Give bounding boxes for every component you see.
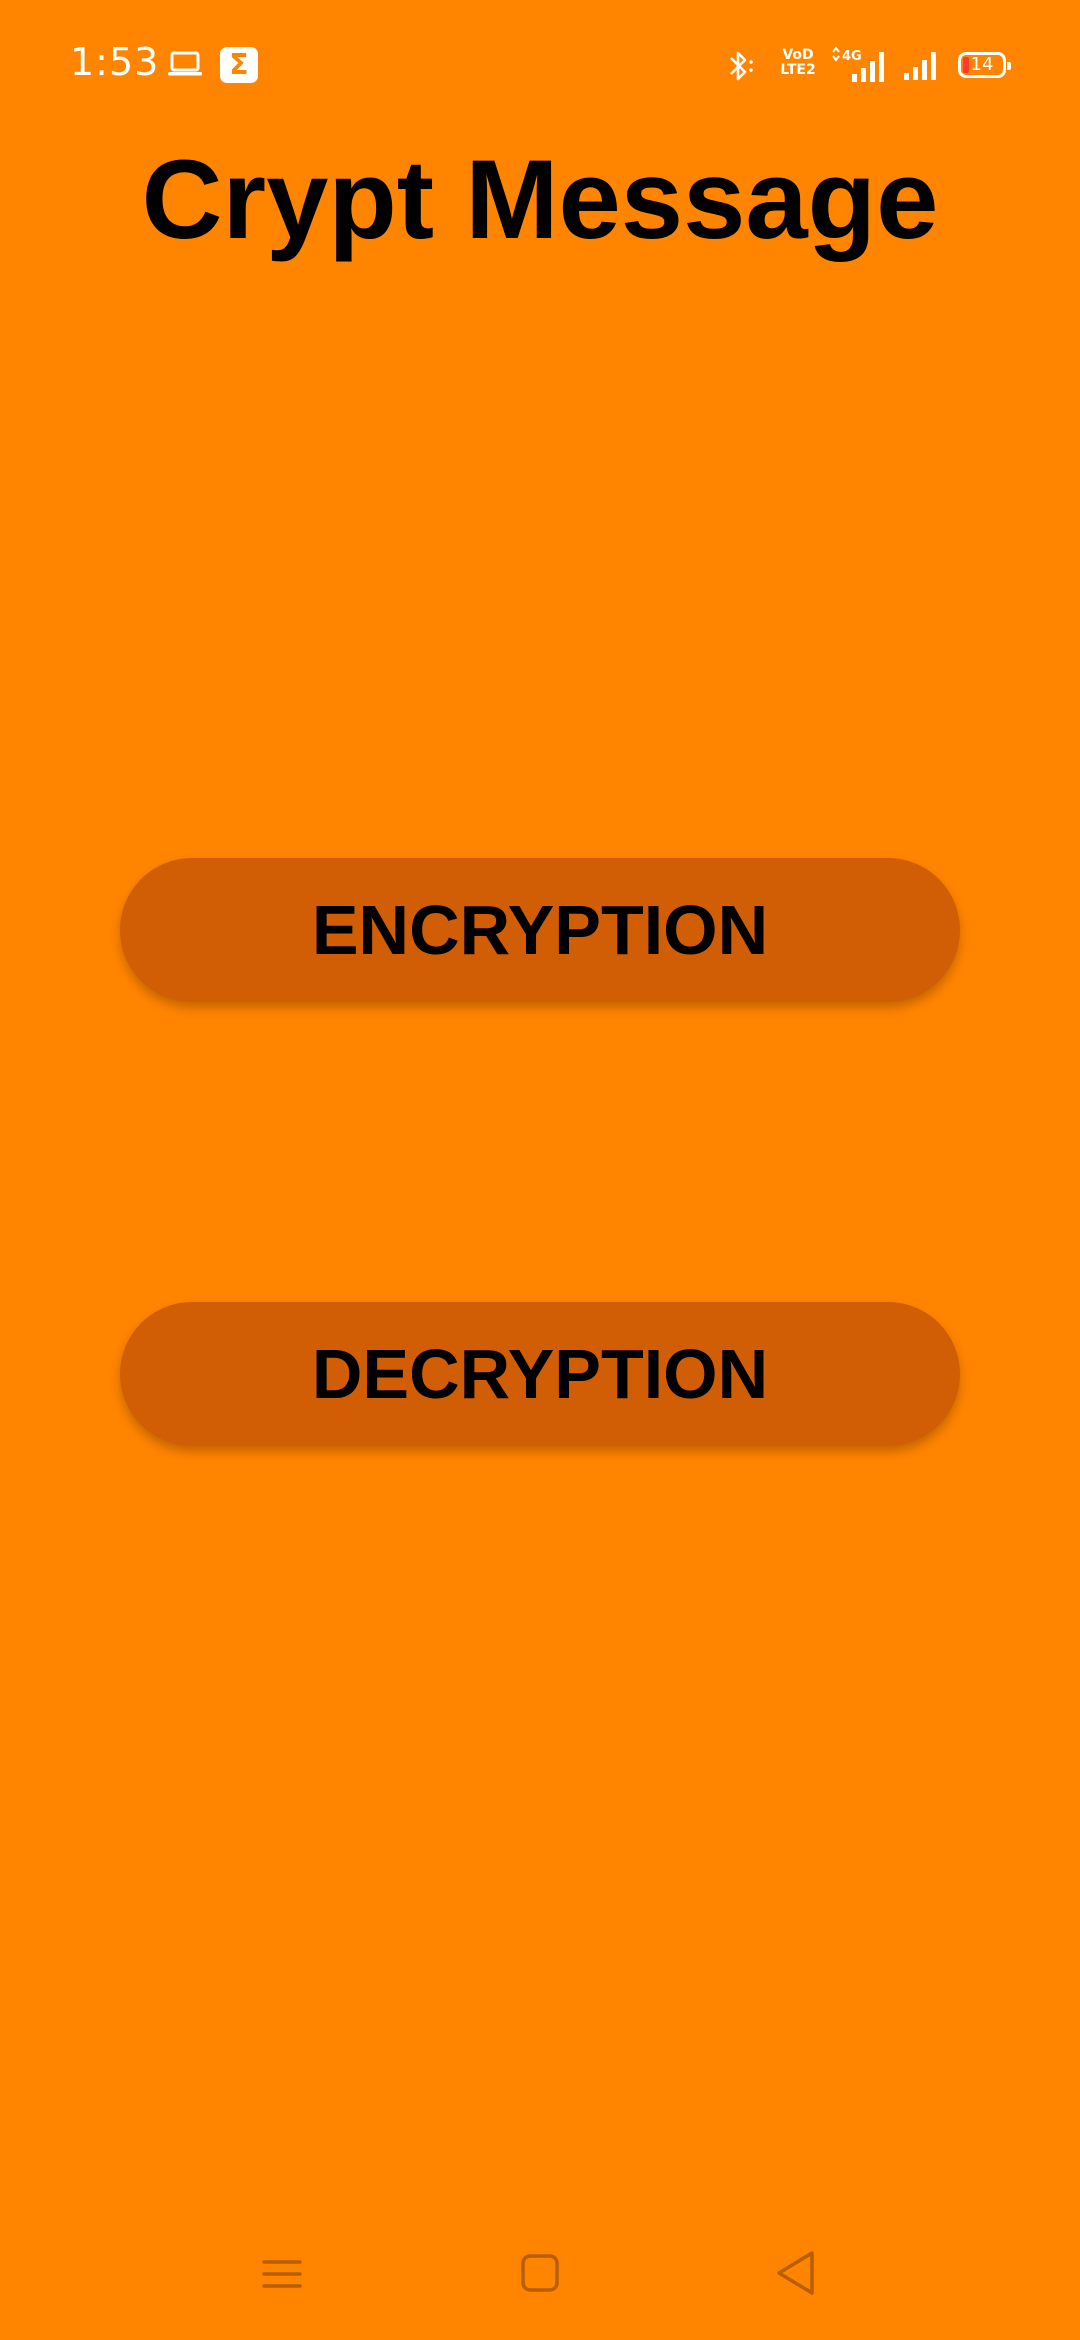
status-time: 1:53 (70, 40, 160, 84)
menu-icon[interactable] (222, 2220, 342, 2340)
network-label: 4G (842, 49, 862, 64)
home-icon[interactable] (480, 2220, 600, 2340)
back-icon[interactable] (736, 2220, 856, 2340)
navigation-bar (0, 2220, 1080, 2340)
sigma-app-icon: Σ (220, 47, 258, 83)
decryption-button[interactable]: DECRYPTION (120, 1302, 960, 1446)
signal-4g-icon: 4G (832, 46, 884, 82)
signal-icon (904, 52, 936, 80)
laptop-icon (168, 51, 202, 76)
encryption-button[interactable]: ENCRYPTION (120, 858, 960, 1002)
battery-level: 14 (970, 54, 994, 75)
volte-text-bottom: LTE2 (780, 62, 816, 78)
volte-text-top: VoD (782, 47, 814, 63)
bluetooth-icon (730, 51, 753, 81)
status-bar: 1:53 Σ VoD LTE2 4G 14 (0, 0, 1080, 130)
volte-icon: VoD LTE2 (778, 48, 818, 84)
page-title: Crypt Message (141, 137, 939, 262)
battery-icon: 14 (958, 52, 1011, 78)
